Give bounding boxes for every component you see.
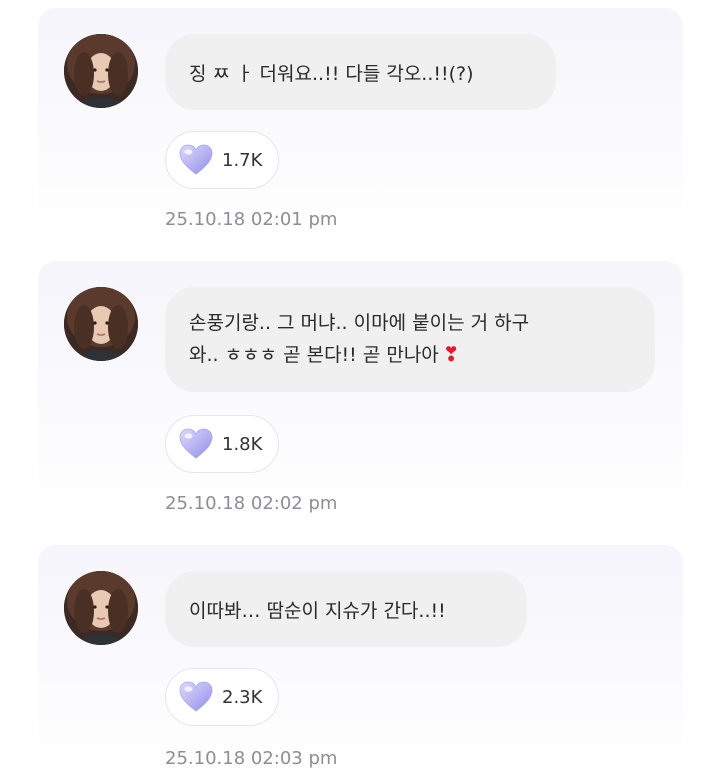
- reaction-button[interactable]: 1.7K: [165, 131, 280, 189]
- lavender-heart-icon: [179, 428, 213, 459]
- reaction-count: 1.7K: [222, 149, 263, 171]
- message-bubble: 징 ㅉ ㅏ 더워요..!! 다들 각오..!!(?): [165, 34, 556, 110]
- message-text: 이따봐… 땀순이 지슈가 간다..!!: [189, 599, 446, 622]
- message-text-line-1: 손풍기랑.. 그 머냐.. 이마에 붙이는 거 하구: [189, 312, 530, 334]
- heart-exclamation-icon: ❣: [442, 342, 460, 366]
- lavender-heart-icon: [179, 681, 213, 712]
- avatar[interactable]: [64, 287, 138, 361]
- message-card: 징 ㅉ ㅏ 더워요..!! 다들 각오..!!(?) 1.7K 25.10.18…: [38, 8, 683, 251]
- timestamp: 25.10.18 02:02 pm: [165, 493, 338, 514]
- avatar[interactable]: [64, 34, 138, 108]
- message-bubble: 이따봐… 땀순이 지슈가 간다..!!: [165, 571, 527, 647]
- timestamp: 25.10.18 02:01 pm: [165, 209, 338, 230]
- message-text: 징 ㅉ ㅏ 더워요..!! 다들 각오..!!(?): [189, 62, 474, 85]
- reaction-count: 1.8K: [222, 433, 263, 455]
- timestamp: 25.10.18 02:03 pm: [165, 748, 338, 769]
- message-text-line-2: 와.. ㅎㅎㅎ 곧 본다!! 곧 만나아: [189, 344, 439, 366]
- reaction-button[interactable]: 1.8K: [165, 415, 280, 473]
- lavender-heart-icon: [179, 144, 213, 175]
- reaction-count: 2.3K: [222, 686, 263, 708]
- avatar[interactable]: [64, 571, 138, 645]
- message-card: 손풍기랑.. 그 머냐.. 이마에 붙이는 거 하구 와.. ㅎㅎㅎ 곧 본다!…: [38, 261, 683, 534]
- reaction-button[interactable]: 2.3K: [165, 668, 280, 726]
- message-card: 이따봐… 땀순이 지슈가 간다..!! 2.3K 25.10.18 02:03 …: [38, 545, 683, 783]
- message-bubble: 손풍기랑.. 그 머냐.. 이마에 붙이는 거 하구 와.. ㅎㅎㅎ 곧 본다!…: [165, 287, 655, 392]
